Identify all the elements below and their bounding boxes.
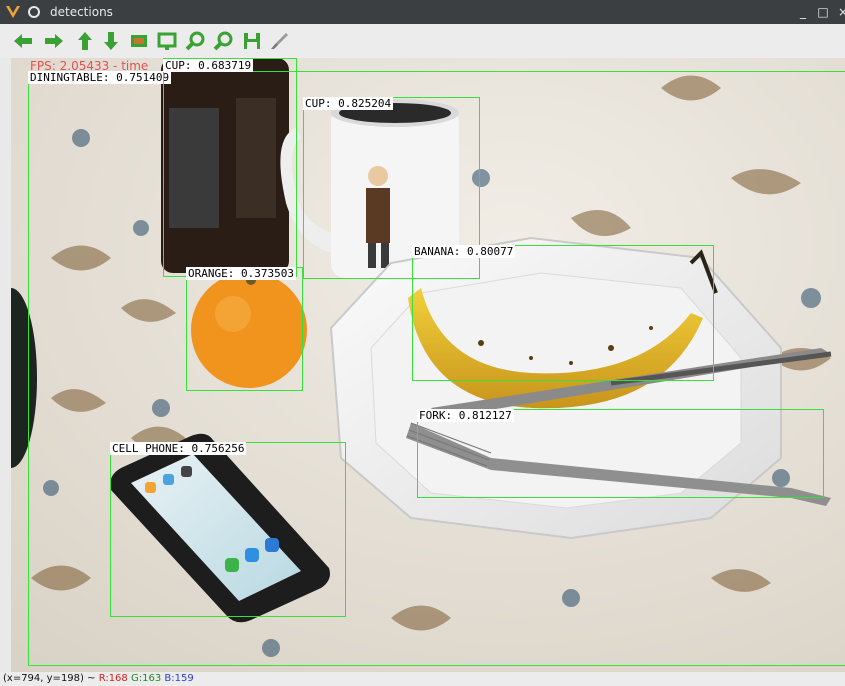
detection-label-fork: FORK: 0.812127 <box>417 409 514 422</box>
zoom-window-icon <box>157 32 177 50</box>
save-button[interactable] <box>241 30 263 52</box>
image-toolbar <box>0 24 845 58</box>
pan-left-button[interactable] <box>12 30 34 52</box>
pan-right-icon <box>45 34 63 48</box>
zoom-fit-button[interactable] <box>128 30 150 52</box>
minimize-button[interactable]: _ <box>794 3 812 21</box>
image-canvas[interactable]: FPS: 2.05433 - time DININGTABLE: 0.75140… <box>11 58 845 672</box>
pan-down-icon <box>104 32 118 50</box>
detection-label-orange: ORANGE: 0.373503 <box>186 267 296 280</box>
detection-box-cup-1 <box>163 58 297 277</box>
detection-label-diningtable: DININGTABLE: 0.751409 <box>28 71 172 84</box>
opencv-logo-icon <box>6 6 20 18</box>
pixel-blue-value: B:159 <box>164 673 194 684</box>
window-title: detections <box>50 5 113 19</box>
pixel-red-value: R:168 <box>98 673 128 684</box>
cursor-coords: (x=794, y=198) ~ <box>3 673 96 684</box>
detection-box-orange <box>186 267 303 391</box>
properties-button[interactable] <box>268 30 290 52</box>
detection-box-cell-phone <box>110 442 346 617</box>
window-menu-icon[interactable] <box>26 4 42 20</box>
pan-right-button[interactable] <box>43 30 65 52</box>
pan-left-icon <box>14 34 32 48</box>
zoom-out-icon <box>213 31 233 51</box>
zoom-window-button[interactable] <box>156 30 178 52</box>
detection-box-fork <box>417 409 824 498</box>
pan-up-icon <box>78 32 92 50</box>
detection-label-cell-phone: CELL PHONE: 0.756256 <box>110 442 247 455</box>
status-bar: (x=794, y=198) ~ R:168 G:163 B:159 <box>0 672 845 686</box>
pan-down-button[interactable] <box>100 30 122 52</box>
zoom-fit-icon <box>131 35 147 47</box>
save-icon <box>244 33 260 49</box>
zoom-in-icon <box>185 31 205 51</box>
pixel-green-value: G:163 <box>130 673 162 684</box>
zoom-in-button[interactable] <box>185 30 207 52</box>
properties-icon <box>271 33 288 49</box>
detection-label-cup-2: CUP: 0.825204 <box>303 97 394 110</box>
close-button[interactable]: × <box>834 3 845 21</box>
detection-label-cup-1: CUP: 0.683719 <box>163 59 254 72</box>
pan-up-button[interactable] <box>74 30 96 52</box>
window-titlebar: detections _ □ × <box>0 0 845 24</box>
zoom-out-button[interactable] <box>213 30 235 52</box>
detection-box-banana <box>412 245 714 381</box>
maximize-button[interactable]: □ <box>814 3 832 21</box>
detection-label-banana: BANANA: 0.80077 <box>412 245 516 258</box>
